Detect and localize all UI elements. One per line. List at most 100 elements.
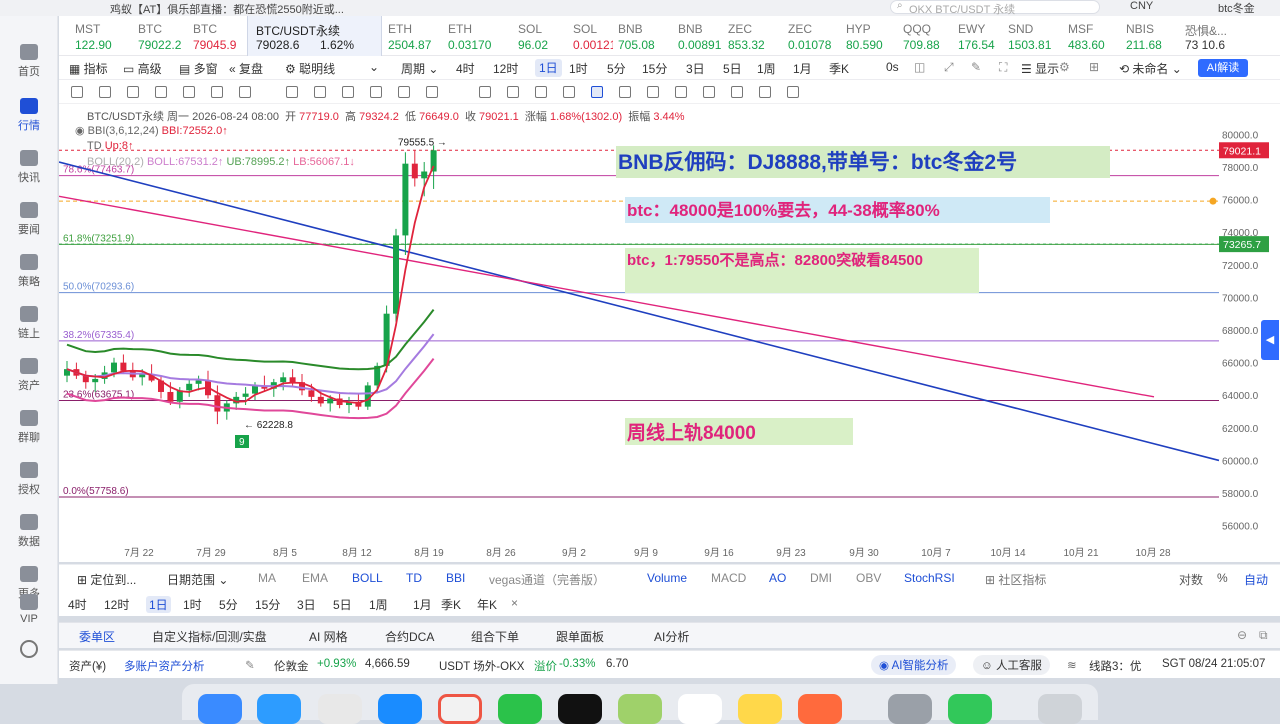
interval-button[interactable]: 15分	[642, 60, 667, 77]
main-indicator[interactable]: BOLL	[352, 571, 383, 585]
interval-option[interactable]: 年K	[477, 596, 497, 613]
camera-icon[interactable]: ◫	[914, 60, 925, 74]
assets-label[interactable]: 资产(¥)	[69, 658, 106, 674]
template-icon[interactable]	[211, 86, 223, 98]
sidebar-item-7[interactable]: 群聊	[0, 410, 58, 445]
interval-option[interactable]: 12时	[104, 596, 129, 613]
sub-indicator[interactable]: AO	[769, 571, 786, 585]
line-status[interactable]: 线路3：优	[1089, 658, 1141, 674]
alert-dot[interactable]	[1209, 197, 1217, 205]
pen-icon[interactable]	[71, 86, 83, 98]
close-icon[interactable]: ×	[511, 596, 518, 610]
trend-icon[interactable]	[342, 86, 354, 98]
expand-icon[interactable]: ⤢	[944, 60, 954, 75]
ticker-item[interactable]: HYP 80.590	[842, 16, 897, 56]
text-icon[interactable]	[239, 86, 251, 98]
interval-button[interactable]: 季K	[829, 60, 849, 77]
ticker-item[interactable]: BNB 705.08	[614, 16, 672, 56]
main-indicator[interactable]: BBI	[446, 571, 465, 585]
community-indicators[interactable]: ⊞ 社区指标	[985, 571, 1046, 588]
sidebar-item-6[interactable]: 资产	[0, 358, 58, 393]
interval-button[interactable]: 5分	[607, 60, 626, 77]
trash-icon[interactable]	[731, 86, 743, 98]
sub-indicator[interactable]: OBV	[856, 571, 881, 585]
date-range-dropdown[interactable]: 日期范围 ⌄	[167, 571, 228, 588]
edit-icon[interactable]: ✎	[971, 60, 981, 74]
ticker-item[interactable]: ZEC 853.32	[724, 16, 782, 56]
ticker-item[interactable]: BTC 79022.2	[134, 16, 189, 56]
bottom-tab[interactable]: 委单区	[79, 628, 115, 645]
dots-icon[interactable]	[314, 86, 326, 98]
chart-area[interactable]: BTC/USDT永续 周一 2026-08-24 08:00 开 77719.0…	[59, 104, 1280, 562]
live-notice[interactable]: 鸡蚁【AT】俱乐部直播：都在恐慌2550附近或...	[110, 1, 344, 17]
minimize-icon[interactable]: ⊖	[1237, 628, 1247, 642]
interval-option[interactable]: 1时	[183, 596, 202, 613]
indicators-button[interactable]: ▦ 指标	[69, 60, 108, 77]
bottom-tab[interactable]: 合约DCA	[385, 628, 434, 645]
period-dropdown[interactable]: 周期 ⌄	[401, 60, 438, 77]
sub-indicator[interactable]: Volume	[647, 571, 687, 585]
smart-line-button[interactable]: ⚙ 聪明线	[285, 60, 335, 77]
copy-icon[interactable]	[479, 86, 491, 98]
sidebar-item-1[interactable]: 行情	[0, 98, 58, 133]
sub-indicator[interactable]: DMI	[810, 571, 832, 585]
interval-button[interactable]: 1日	[535, 59, 562, 77]
interval-option[interactable]: 4时	[68, 596, 87, 613]
search-input[interactable]: ⌕ OKX BTC/USDT 永续	[890, 0, 1100, 16]
interval-button[interactable]: 5日	[723, 60, 742, 77]
cross-icon[interactable]	[286, 86, 298, 98]
multi-window-button[interactable]: ▤ 多窗	[179, 60, 218, 77]
display-button[interactable]: ☰ 显示	[1021, 60, 1059, 77]
main-indicator[interactable]: MA	[258, 571, 276, 585]
ticker-item[interactable]: SOL 96.02	[514, 16, 566, 56]
bottom-tab[interactable]: 跟单面板	[556, 628, 604, 645]
settings-gear-icon[interactable]	[20, 640, 38, 658]
ai-analysis-button[interactable]: ◉ AI智能分析	[871, 655, 957, 675]
annotation-text[interactable]: 周线上轨84000	[627, 421, 756, 444]
ticker-item[interactable]: BNB 0.00891	[674, 16, 722, 56]
brush-icon[interactable]	[507, 86, 519, 98]
magnet-icon[interactable]	[155, 86, 167, 98]
interval-option[interactable]: 季K	[441, 596, 461, 613]
interval-option[interactable]: 1日	[146, 596, 171, 613]
ticker-item[interactable]: EWY 176.54	[954, 16, 1002, 56]
ticker-item[interactable]: SOL 0.00121	[569, 16, 613, 56]
sidebar-item-5[interactable]: 链上	[0, 306, 58, 341]
interval-option[interactable]: 1周	[369, 596, 388, 613]
interval-option[interactable]: 1月	[413, 596, 432, 613]
ticker-item[interactable]: BTC 79045.9	[189, 16, 245, 56]
popout-icon[interactable]: ⧉	[1259, 628, 1268, 643]
price-chart-svg[interactable]: 80000.078000.076000.074000.072000.070000…	[59, 104, 1280, 562]
sidebar-item-8[interactable]: 授权	[0, 462, 58, 497]
user-name[interactable]: btc冬金	[1218, 0, 1255, 16]
grid-icon[interactable]: ⊞	[1089, 60, 1099, 74]
main-indicator[interactable]: TD	[406, 571, 422, 585]
interval-button[interactable]: 1周	[757, 60, 776, 77]
shape-icon[interactable]	[426, 86, 438, 98]
percent-toggle[interactable]: %	[1217, 571, 1228, 585]
annotation-text[interactable]: btc：48000是100%要去，44-38概率80%	[627, 200, 940, 220]
filter-icon[interactable]	[703, 86, 715, 98]
sub-indicator[interactable]: StochRSI	[904, 571, 955, 585]
ai-interpret-button[interactable]: AI解读	[1198, 59, 1248, 77]
link-icon[interactable]	[675, 86, 687, 98]
ticker-item[interactable]: ETH 0.03170	[444, 16, 512, 56]
ticker-item[interactable]: NBIS 211.68	[1122, 16, 1179, 56]
undo-icon[interactable]	[759, 86, 771, 98]
ticker-item[interactable]: BTC/USDT永续 79028.6 1.62%	[247, 16, 382, 56]
log-toggle[interactable]: 对数	[1179, 571, 1203, 588]
template-select[interactable]: ⟲ 未命名 ⌄	[1119, 60, 1182, 77]
pencil-active-icon[interactable]	[591, 86, 603, 98]
interval-option[interactable]: 3日	[297, 596, 316, 613]
edit-icon[interactable]: ✎	[245, 658, 255, 672]
main-indicator[interactable]: EMA	[302, 571, 328, 585]
sidebar-item-2[interactable]: 快讯	[0, 150, 58, 185]
sidebar-item-11[interactable]: VIP	[0, 594, 58, 625]
ticker-item[interactable]: MST 122.90	[71, 16, 131, 56]
chart-icon[interactable]	[183, 86, 195, 98]
interval-button[interactable]: 1月	[793, 60, 812, 77]
annotation-text[interactable]: BNB反佣码：DJ8888,带单号：btc冬金2号	[618, 150, 1017, 174]
sidebar-item-3[interactable]: 要闻	[0, 202, 58, 237]
brush-icon[interactable]	[99, 86, 111, 98]
ticker-item[interactable]: 恐惧&... 73 10.6	[1181, 16, 1261, 56]
